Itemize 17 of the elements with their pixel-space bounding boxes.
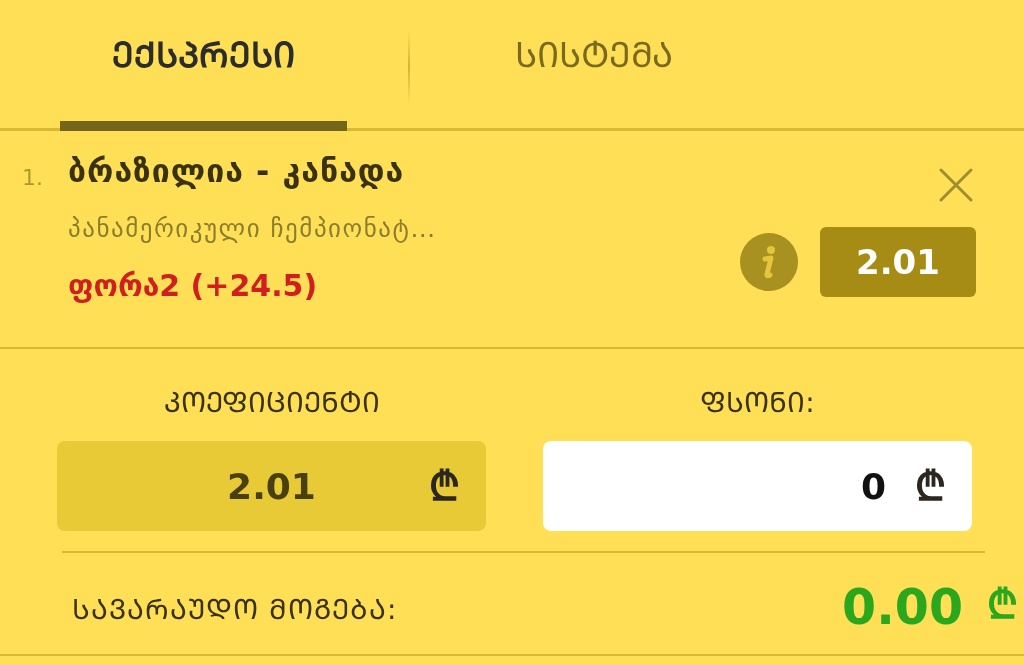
currency-symbol: ₾ (915, 466, 946, 506)
tab[interactable]: ᲔᲥᲡᲞᲠᲔᲡᲘ (60, 0, 347, 131)
odds-badge: 2.01 (820, 227, 976, 297)
match-title: ბრაზილია - კანადა (68, 151, 406, 192)
currency-symbol: ₾ (429, 466, 460, 506)
potential-win-amount: 0.00 (842, 579, 963, 636)
bet-number: 1. (22, 164, 44, 192)
close-button[interactable] (938, 167, 974, 203)
tournament-name: პანამერიკული ჩემპიონატ… (68, 213, 438, 245)
close-icon (938, 167, 974, 203)
summary-label: ᲡᲐᲕᲐᲠᲐᲣᲓᲝ ᲛᲝᲒᲔᲑᲐ: (72, 591, 399, 627)
field-label: ᲤᲡᲝᲜᲘ: (700, 385, 815, 421)
info-icon[interactable] (740, 233, 798, 291)
currency-symbol: ₾ (987, 583, 1018, 624)
bet-selection: ფორა2 (+24.5) (68, 267, 319, 305)
field-label: ᲙᲝᲔᲤᲘᲪᲘᲔᲜᲢᲘ (163, 385, 380, 421)
tab[interactable]: ᲡᲘᲡᲢᲔᲛᲐ (450, 0, 737, 131)
